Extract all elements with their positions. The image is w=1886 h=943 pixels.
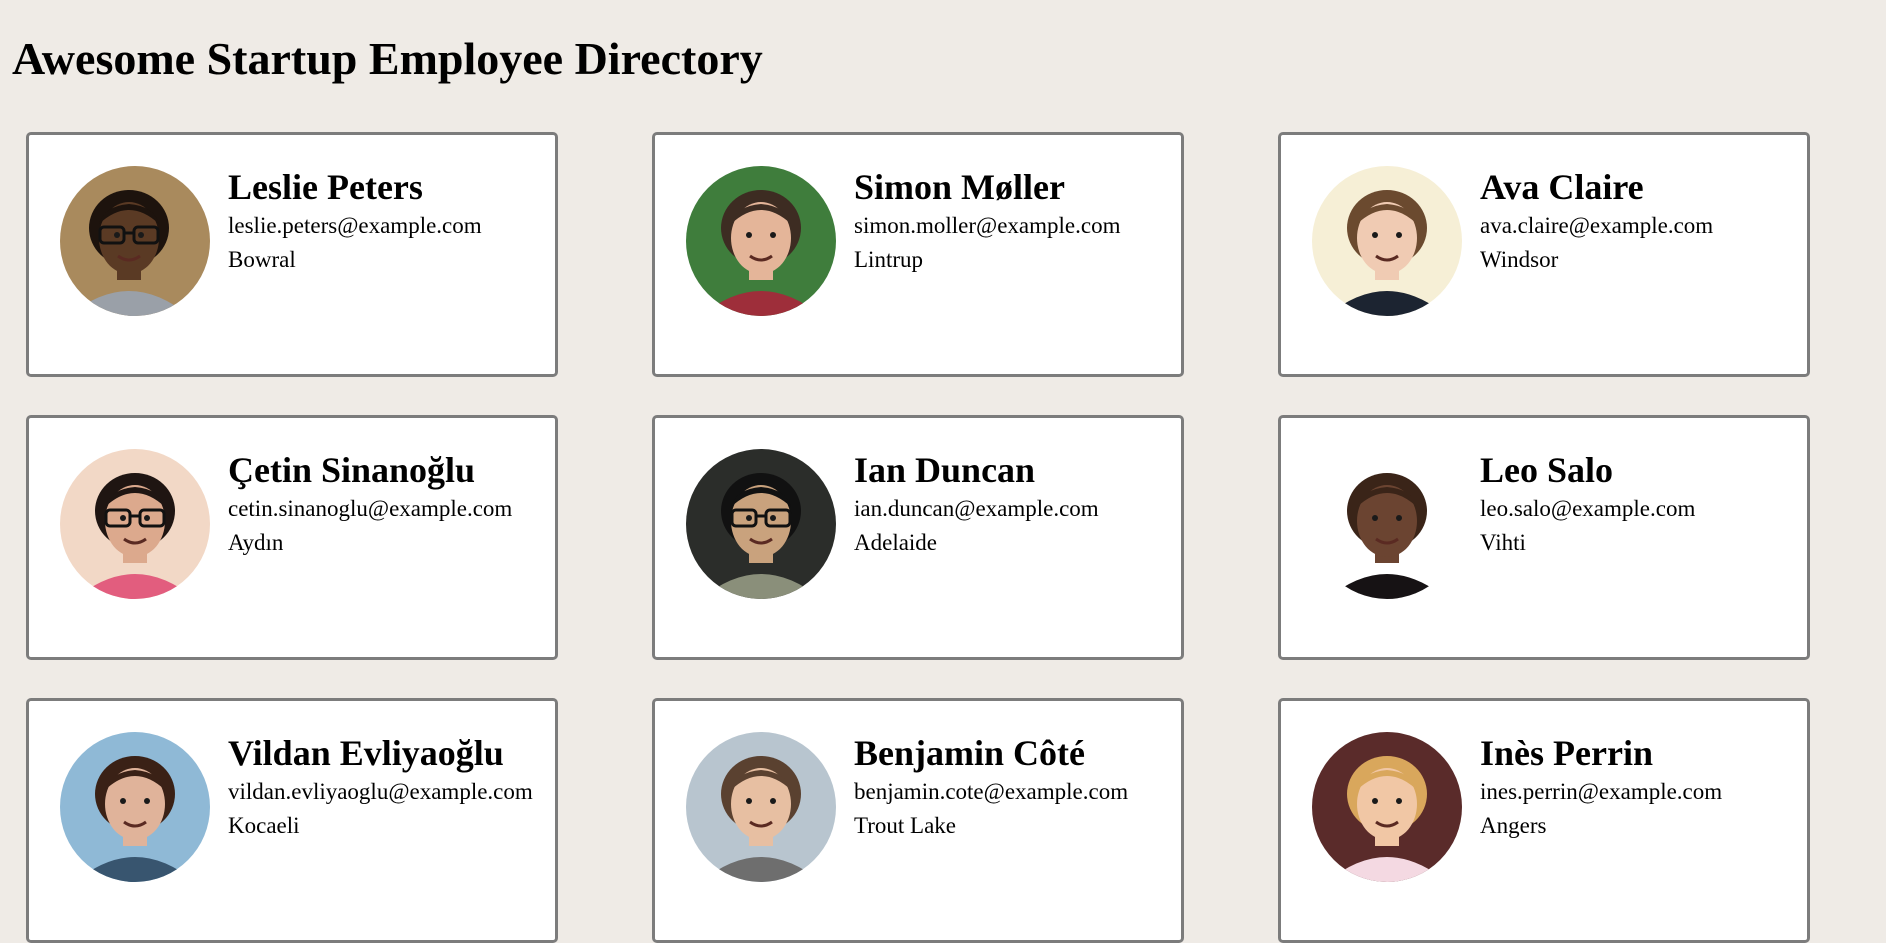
employee-photo	[60, 732, 210, 882]
employee-email: ian.duncan@example.com	[854, 496, 1099, 521]
employee-name: Leo Salo	[1480, 450, 1614, 490]
employee-gallery: Leslie Peters leslie.peters@example.com …	[26, 132, 1810, 943]
employee-email: ava.claire@example.com	[1480, 213, 1714, 238]
employee-city: Aydın	[228, 530, 284, 555]
employee-info: Simon Møller simon.moller@example.com Li…	[854, 165, 1173, 277]
employee-email: benjamin.cote@example.com	[854, 779, 1129, 804]
employee-city: Angers	[1480, 813, 1547, 838]
employee-name: Benjamin Côté	[854, 733, 1085, 773]
employee-info: Leslie Peters leslie.peters@example.com …	[228, 165, 547, 277]
employee-name: Simon Møller	[854, 167, 1065, 207]
employee-photo	[60, 449, 210, 599]
employee-photo	[1312, 166, 1462, 316]
employee-info: Ian Duncan ian.duncan@example.com Adelai…	[854, 448, 1173, 560]
employee-card[interactable]: Vildan Evliyaoğlu vildan.evliyaoglu@exam…	[26, 698, 558, 943]
employee-card[interactable]: Leo Salo leo.salo@example.com Vihti	[1278, 415, 1810, 660]
employee-info: Leo Salo leo.salo@example.com Vihti	[1480, 448, 1799, 560]
employee-card[interactable]: Çetin Sinanoğlu cetin.sinanoglu@example.…	[26, 415, 558, 660]
employee-email: cetin.sinanoglu@example.com	[228, 496, 513, 521]
employee-info: Vildan Evliyaoğlu vildan.evliyaoglu@exam…	[228, 731, 547, 843]
employee-info: Inès Perrin ines.perrin@example.com Ange…	[1480, 731, 1799, 843]
employee-name: Ian Duncan	[854, 450, 1036, 490]
employee-info: Çetin Sinanoğlu cetin.sinanoglu@example.…	[228, 448, 547, 560]
employee-email: simon.moller@example.com	[854, 213, 1121, 238]
employee-photo	[60, 166, 210, 316]
employee-card[interactable]: Inès Perrin ines.perrin@example.com Ange…	[1278, 698, 1810, 943]
employee-photo	[1312, 449, 1462, 599]
employee-card[interactable]: Benjamin Côté benjamin.cote@example.com …	[652, 698, 1184, 943]
employee-card[interactable]: Leslie Peters leslie.peters@example.com …	[26, 132, 558, 377]
employee-email: vildan.evliyaoglu@example.com	[228, 779, 533, 804]
employee-photo	[686, 166, 836, 316]
employee-city: Trout Lake	[854, 813, 957, 838]
employee-city: Lintrup	[854, 247, 923, 272]
employee-card[interactable]: Simon Møller simon.moller@example.com Li…	[652, 132, 1184, 377]
employee-info: Benjamin Côté benjamin.cote@example.com …	[854, 731, 1173, 843]
employee-name: Ava Claire	[1480, 167, 1644, 207]
employee-email: leslie.peters@example.com	[228, 213, 482, 238]
employee-info: Ava Claire ava.claire@example.com Windso…	[1480, 165, 1799, 277]
employee-city: Vihti	[1480, 530, 1526, 555]
employee-email: ines.perrin@example.com	[1480, 779, 1723, 804]
employee-card[interactable]: Ian Duncan ian.duncan@example.com Adelai…	[652, 415, 1184, 660]
employee-photo	[1312, 732, 1462, 882]
employee-name: Vildan Evliyaoğlu	[228, 733, 504, 773]
employee-photo	[686, 732, 836, 882]
employee-photo	[686, 449, 836, 599]
employee-city: Kocaeli	[228, 813, 300, 838]
employee-city: Windsor	[1480, 247, 1559, 272]
employee-email: leo.salo@example.com	[1480, 496, 1696, 521]
employee-name: Çetin Sinanoğlu	[228, 450, 476, 490]
employee-card[interactable]: Ava Claire ava.claire@example.com Windso…	[1278, 132, 1810, 377]
employee-city: Bowral	[228, 247, 296, 272]
employee-name: Leslie Peters	[228, 167, 423, 207]
employee-city: Adelaide	[854, 530, 938, 555]
page-title: Awesome Startup Employee Directory	[12, 33, 763, 84]
employee-name: Inès Perrin	[1480, 733, 1653, 773]
